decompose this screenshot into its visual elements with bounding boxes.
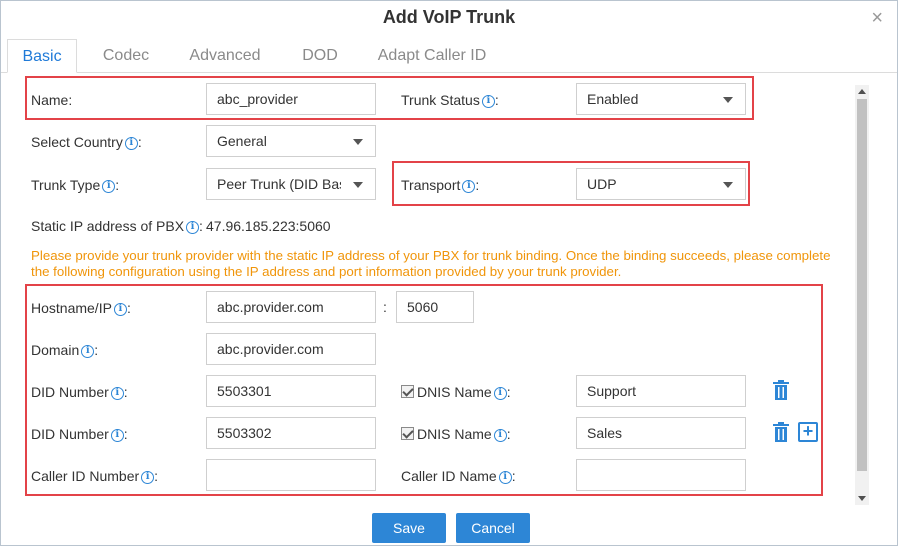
tab-advanced[interactable]: Advanced xyxy=(179,39,271,73)
cancel-button[interactable]: Cancel xyxy=(456,513,530,543)
static-ip-value: 47.96.185.223:5060 xyxy=(206,218,331,234)
tab-adapt-caller-id[interactable]: Adapt Caller ID xyxy=(369,39,495,73)
info-icon[interactable]: i xyxy=(102,180,116,193)
static-ip-label: Static IP address of PBX i: xyxy=(31,218,203,234)
info-icon[interactable]: i xyxy=(124,137,138,150)
highlight-box xyxy=(392,161,750,206)
binding-notice: Please provide your trunk provider with … xyxy=(31,248,831,279)
save-button[interactable]: Save xyxy=(372,513,446,543)
tab-basic[interactable]: Basic xyxy=(7,39,77,73)
trunk-type-select[interactable]: Peer Trunk (DID Bas xyxy=(206,168,376,200)
select-country-select[interactable]: General xyxy=(206,125,376,157)
add-voip-trunk-dialog: Add VoIP Trunk × Basic Codec Advanced DO… xyxy=(0,0,898,546)
scroll-thumb[interactable] xyxy=(857,99,867,471)
highlight-box xyxy=(25,284,823,496)
scroll-up-icon[interactable] xyxy=(858,89,866,94)
chevron-down-icon xyxy=(353,139,363,145)
info-icon[interactable]: i xyxy=(186,221,200,234)
tab-dod[interactable]: DOD xyxy=(291,39,349,73)
scrollbar[interactable] xyxy=(855,85,869,505)
chevron-down-icon xyxy=(353,182,363,188)
highlight-box xyxy=(25,76,754,120)
close-icon[interactable]: × xyxy=(871,8,883,28)
select-country-label: Select Country i: xyxy=(31,134,142,150)
trunk-type-label: Trunk Type i: xyxy=(31,177,120,193)
tab-bar: Basic Codec Advanced DOD Adapt Caller ID xyxy=(1,39,897,73)
tab-codec[interactable]: Codec xyxy=(93,39,159,73)
scroll-down-icon[interactable] xyxy=(858,496,866,501)
dialog-title: Add VoIP Trunk xyxy=(382,7,516,27)
